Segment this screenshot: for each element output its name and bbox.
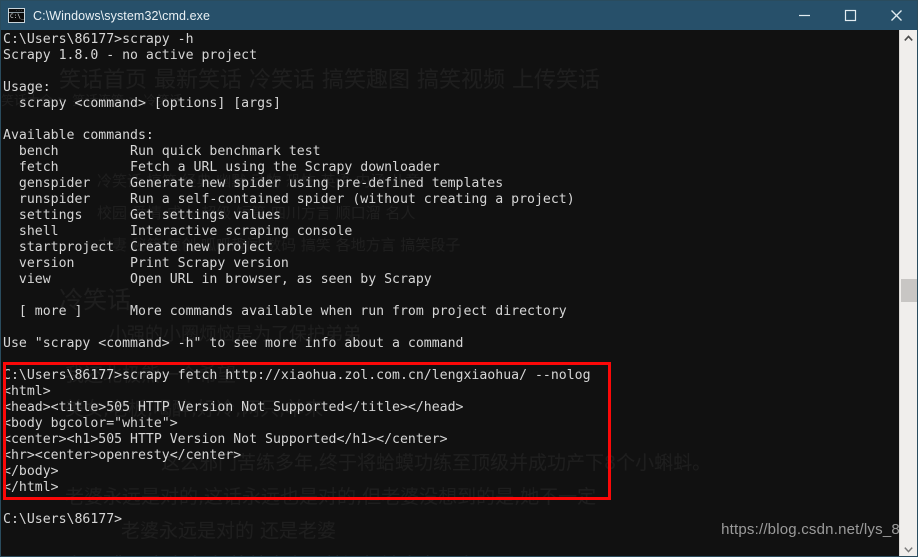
terminal-line: C:\Users\86177>scrapy fetch http://xiaoh… (3, 368, 591, 383)
close-button[interactable] (873, 1, 917, 30)
minimize-button[interactable] (781, 1, 827, 30)
terminal-line: <body bgcolor="white"> (3, 416, 178, 431)
vertical-scrollbar[interactable] (899, 30, 917, 556)
console-output-area[interactable]: 笑话首页 最新笑话 冷笑话 搞笑趣图 搞笑视频 上传笑话 笑话大全 > 笑话连篇 … (1, 30, 901, 556)
scroll-up-arrow-icon[interactable] (900, 30, 917, 47)
terminal-line: version Print Scrapy version (3, 256, 289, 271)
terminal-text: C:\Users\86177>scrapy -h Scrapy 1.8.0 - n… (1, 32, 901, 528)
terminal-line: Scrapy 1.8.0 - no active project (3, 48, 258, 63)
window-title: C:\Windows\system32\cmd.exe (33, 8, 211, 23)
terminal-line: C:\Users\86177>scrapy -h (3, 32, 194, 47)
terminal-line: <hr><center>openresty</center> (3, 448, 242, 463)
terminal-line: <head><title>505 HTTP Version Not Suppor… (3, 400, 464, 415)
terminal-line: runspider Run a self-contained spider (w… (3, 192, 575, 207)
csdn-watermark: https://blog.csdn.net/lys_828 (721, 521, 917, 538)
cmd-console-icon: ··· C:\_ (8, 8, 25, 23)
scrollbar-thumb[interactable] (901, 279, 917, 302)
ghost-watermark-row: 人丑,辈子窝囊废,行将就木之际就渴望被人夸一次。 (65, 550, 495, 556)
terminal-line: Available commands: (3, 128, 154, 143)
terminal-line: view Open URL in browser, as seen by Scr… (3, 272, 432, 287)
terminal-line: <html> (3, 384, 51, 399)
terminal-line: </html> (3, 480, 59, 495)
terminal-line: scrapy <command> [options] [args] (3, 96, 281, 111)
terminal-line: </body> (3, 464, 59, 479)
terminal-line: Use "scrapy <command> -h" to see more in… (3, 336, 464, 351)
terminal-line: fetch Fetch a URL using the Scrapy downl… (3, 160, 440, 175)
maximize-button[interactable] (827, 1, 873, 30)
terminal-line: bench Run quick benchmark test (3, 144, 321, 159)
title-bar[interactable]: ··· C:\_ C:\Windows\system32\cmd.exe (1, 1, 917, 30)
terminal-line: Usage: (3, 80, 51, 95)
terminal-line: settings Get settings values (3, 208, 281, 223)
terminal-line: startproject Create new project (3, 240, 273, 255)
scroll-down-arrow-icon[interactable] (900, 541, 917, 556)
terminal-line: shell Interactive scraping console (3, 224, 353, 239)
icon-prompt-text: C:\_ (10, 13, 25, 20)
terminal-line: genspider Generate new spider using pre-… (3, 176, 504, 191)
terminal-line: <center><h1>505 HTTP Version Not Support… (3, 432, 448, 447)
terminal-line: [ more ] More commands available when ru… (3, 304, 567, 319)
window-controls (781, 1, 917, 30)
cmd-window: ··· C:\_ C:\Windows\system32\cmd.exe 笑话首… (0, 0, 918, 557)
